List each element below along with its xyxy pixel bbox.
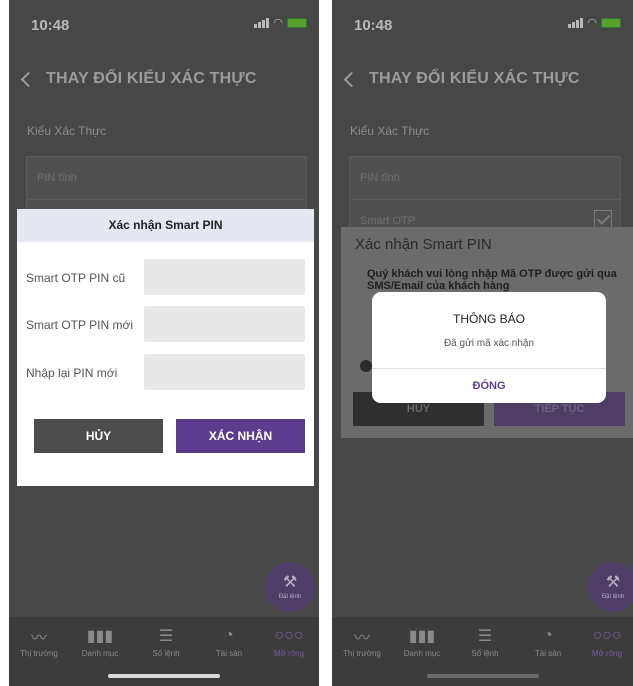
status-bar: 10:48 ◠: [332, 0, 633, 46]
tab-orderbook[interactable]: ☰ Sổ lệnh: [455, 625, 515, 658]
auth-option-label: PIN tĩnh: [37, 172, 77, 184]
tab-label: Sổ lệnh: [471, 649, 499, 658]
tab-more[interactable]: ○○○ Mở rộng: [259, 625, 319, 658]
tab-market[interactable]: 〰 Thị trường: [9, 625, 69, 658]
checkbox-checked-icon[interactable]: [594, 210, 612, 228]
tab-label: Danh mục: [403, 649, 441, 658]
notification-title: THÔNG BÁO: [452, 312, 525, 326]
place-order-fab[interactable]: ⚒ Đặt lệnh: [588, 562, 633, 612]
tab-label: Sổ lệnh: [152, 649, 180, 658]
tab-assets[interactable]: ◔ Tài sản: [518, 625, 578, 658]
old-pin-input[interactable]: [144, 259, 305, 295]
phone-screen-left: 10:48 ◠ THAY ĐỔI KIỂU XÁC THỰC Kiểu Xác …: [9, 0, 319, 686]
signal-icon: [568, 18, 584, 28]
battery-icon: [287, 18, 307, 28]
more-icon: ○○○: [274, 627, 304, 644]
confirm-button[interactable]: XÁC NHẬN: [176, 419, 305, 453]
tab-label: Danh mục: [81, 649, 119, 658]
gavel-icon: ⚒: [605, 574, 621, 591]
phone-screen-right: 10:48 ◠ THAY ĐỔI KIỂU XÁC THỰC Kiểu Xác …: [332, 0, 633, 686]
notification-alert: THÔNG BÁO Đã gửi mã xác nhận ĐÓNG: [372, 292, 606, 403]
tab-label: Mở rộng: [273, 649, 305, 658]
bottom-tab-bar: 〰 Thị trường ▮▮▮ Danh mục ☰ Sổ lệnh ◔ Tài sả…: [332, 617, 633, 686]
place-order-fab[interactable]: ⚒ Đặt lệnh: [265, 562, 315, 612]
confirm-pin-row: Nhập lại PIN mới: [26, 354, 305, 390]
bars-icon: ▮▮▮: [86, 628, 114, 645]
list-icon: ☰: [477, 628, 493, 645]
new-pin-label: Smart OTP PIN mới: [26, 318, 133, 332]
home-indicator: [108, 674, 220, 678]
fab-label: Đặt lệnh: [278, 594, 302, 600]
fab-label: Đặt lệnh: [601, 594, 625, 600]
page-title: THAY ĐỔI KIỂU XÁC THỰC: [46, 70, 257, 87]
pulse-icon: 〰: [30, 630, 47, 647]
confirm-pin-label: Nhập lại PIN mới: [26, 366, 118, 380]
otp-dialog-message: Quý khách vui lòng nhập Mã OTP được gửi …: [367, 268, 617, 292]
tab-portfolio[interactable]: ▮▮▮ Danh mục: [70, 625, 130, 658]
wifi-icon: ◠: [587, 17, 597, 29]
status-icons: ◠: [568, 17, 621, 29]
cancel-button[interactable]: HỦY: [34, 419, 163, 453]
bottom-tab-bar: 〰 Thị trường ▮▮▮ Danh mục ☰ Sổ lệnh ◔ Tài sả…: [9, 617, 319, 686]
tab-label: Tài sản: [534, 649, 562, 658]
back-arrow-icon[interactable]: [343, 71, 360, 87]
tab-market[interactable]: 〰 Thị trường: [332, 625, 392, 658]
status-bar: 10:48 ◠: [9, 0, 319, 46]
wifi-icon: ◠: [273, 17, 283, 29]
signal-icon: [254, 18, 270, 28]
pulse-icon: 〰: [353, 630, 370, 647]
pie-icon: ◔: [543, 627, 553, 644]
notification-message: Đã gửi mã xác nhận: [443, 338, 535, 349]
bars-icon: ▮▮▮: [408, 628, 436, 645]
modal-title: Xác nhận Smart PIN: [17, 209, 314, 242]
old-pin-row: Smart OTP PIN cũ: [26, 259, 305, 295]
status-icons: ◠: [254, 17, 307, 29]
pie-icon: ◔: [224, 627, 234, 644]
tab-portfolio[interactable]: ▮▮▮ Danh mục: [392, 625, 452, 658]
nav-bar: THAY ĐỔI KIỂU XÁC THỰC: [9, 64, 319, 94]
auth-option-label: Smart OTP: [360, 215, 416, 227]
smart-pin-modal: Xác nhận Smart PIN Smart OTP PIN cũ Smar…: [17, 209, 314, 486]
tab-label: Tài sản: [215, 649, 243, 658]
tab-more[interactable]: ○○○ Mở rộng: [577, 625, 633, 658]
old-pin-label: Smart OTP PIN cũ: [26, 271, 126, 285]
tab-orderbook[interactable]: ☰ Sổ lệnh: [136, 625, 196, 658]
auth-option-static-pin[interactable]: PIN tĩnh: [350, 157, 620, 199]
nav-bar: THAY ĐỔI KIỂU XÁC THỰC: [332, 64, 633, 94]
auth-option-static-pin[interactable]: PIN tĩnh: [27, 157, 306, 199]
home-indicator: [426, 674, 539, 678]
list-icon: ☰: [158, 628, 174, 645]
auth-option-label: PIN tĩnh: [360, 172, 400, 184]
back-arrow-icon[interactable]: [20, 71, 37, 87]
new-pin-input[interactable]: [144, 306, 305, 342]
close-button[interactable]: ĐÓNG: [372, 369, 606, 403]
otp-dialog-title: Xác nhận Smart PIN: [355, 236, 492, 253]
battery-icon: [601, 18, 621, 28]
status-time: 10:48: [354, 17, 393, 34]
more-icon: ○○○: [592, 627, 622, 644]
auth-section-label: Kiểu Xác Thực: [350, 124, 430, 138]
confirm-pin-input[interactable]: [144, 354, 305, 390]
radio-dot-icon[interactable]: [360, 360, 372, 372]
auth-section-label: Kiểu Xác Thực: [27, 124, 107, 138]
gavel-icon: ⚒: [282, 574, 298, 591]
status-time: 10:48: [31, 17, 70, 34]
tab-label: Mở rộng: [591, 649, 623, 658]
new-pin-row: Smart OTP PIN mới: [26, 306, 305, 342]
tab-label: Thị trường: [20, 649, 58, 658]
tab-assets[interactable]: ◔ Tài sản: [199, 625, 259, 658]
tab-label: Thị trường: [343, 649, 381, 658]
page-title: THAY ĐỔI KIỂU XÁC THỰC: [369, 70, 580, 87]
